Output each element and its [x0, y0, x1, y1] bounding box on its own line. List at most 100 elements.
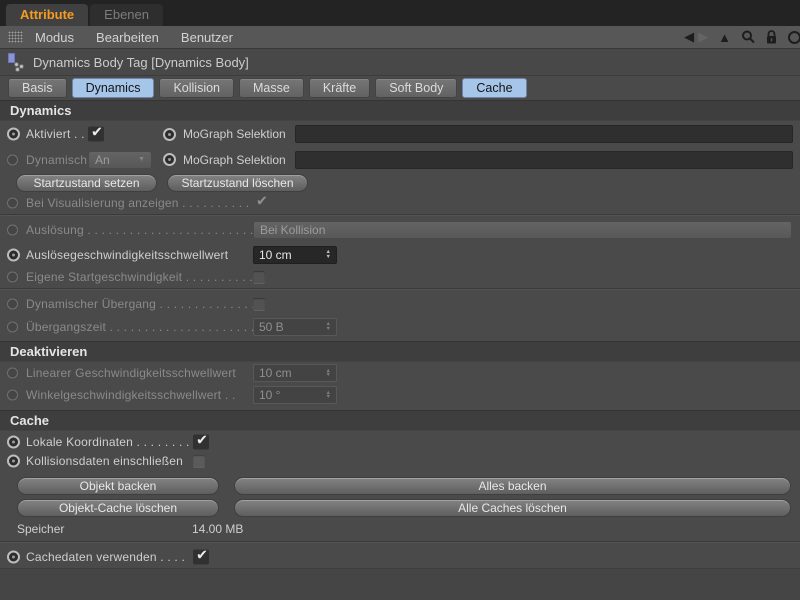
- ausloesung-dropdown[interactable]: Bei Kollision: [253, 221, 792, 239]
- search-icon[interactable]: [741, 30, 755, 44]
- menu-bearbeiten[interactable]: Bearbeiten: [96, 30, 159, 45]
- separator: [0, 214, 800, 216]
- tab-basis[interactable]: Basis: [8, 78, 67, 98]
- anim-dot-visualisierung[interactable]: [7, 197, 18, 208]
- row-dynamischer-uebergang: Dynamischer Übergang . . . . . . . . . .…: [0, 292, 800, 315]
- tab-masse[interactable]: Masse: [239, 78, 304, 98]
- speicher-value: 14.00 MB: [192, 522, 244, 536]
- anim-dot-kollisionsdaten[interactable]: [7, 454, 20, 467]
- kollisionsdaten-checkbox[interactable]: [193, 454, 205, 467]
- anim-dot-cachedaten[interactable]: [7, 550, 20, 563]
- anim-dot-ausloeseschwellwert[interactable]: [7, 248, 20, 261]
- row-cachedaten: Cachedaten verwenden . . . . ✔: [0, 545, 800, 568]
- history-back-icon[interactable]: ◀: [684, 29, 694, 45]
- ausloeseschwellwert-label: Auslösegeschwindigkeitsschwellwert: [26, 247, 229, 262]
- anim-dot-mograph-2[interactable]: [163, 153, 176, 166]
- row-bake-buttons: Objekt backen Alles backen: [0, 475, 800, 497]
- separator: [0, 288, 800, 290]
- dynamisch-value: An: [95, 152, 110, 167]
- row-visualisierung: Bei Visualisierung anzeigen . . . . . . …: [0, 192, 800, 212]
- anim-dot-eigene-start[interactable]: [7, 271, 18, 282]
- tab-soft-body[interactable]: Soft Body: [375, 78, 458, 98]
- tab-ebenen[interactable]: Ebenen: [90, 4, 163, 26]
- row-dynamisch: Dynamisch An ▼ MoGraph Selektion: [0, 147, 800, 172]
- speicher-label: Speicher: [17, 522, 65, 536]
- anim-dot-uebergangszeit[interactable]: [7, 321, 18, 332]
- cachedaten-label: Cachedaten verwenden . . . .: [26, 549, 186, 564]
- menu-benutzer[interactable]: Benutzer: [181, 30, 233, 45]
- anim-dot-aktiviert[interactable]: [7, 127, 20, 141]
- anim-dot-uebergang[interactable]: [7, 298, 18, 309]
- eigene-start-checkbox[interactable]: [253, 270, 265, 283]
- anim-dot-dynamisch[interactable]: [7, 154, 18, 165]
- row-linearer-schwellwert: Linearer Geschwindigkeitsschwellwert 10 …: [0, 362, 800, 384]
- row-aktiviert: Aktiviert . . . ✔ MoGraph Selektion: [0, 121, 800, 147]
- alles-backen-button[interactable]: Alles backen: [234, 477, 791, 495]
- section-header-cache[interactable]: Cache: [0, 410, 800, 431]
- spinner-arrows-icon[interactable]: ▲ ▼: [326, 322, 331, 331]
- winkel-label: Winkelgeschwindigkeitsschwellwert . .: [26, 388, 236, 402]
- lock-icon[interactable]: [765, 29, 778, 45]
- menu-modus[interactable]: Modus: [35, 30, 74, 45]
- row-ausloesung: Auslösung . . . . . . . . . . . . . . . …: [0, 218, 800, 242]
- cachedaten-checkbox[interactable]: ✔: [193, 546, 209, 564]
- row-startzustand-buttons: Startzustand setzen Startzustand löschen: [0, 172, 800, 193]
- row-winkel-schwellwert: Winkelgeschwindigkeitsschwellwert . . 10…: [0, 384, 800, 406]
- mograph-selektion-input-1[interactable]: [294, 125, 793, 143]
- anim-dot-mograph-1[interactable]: [163, 127, 176, 141]
- spinner-arrows-icon[interactable]: ▲ ▼: [326, 390, 331, 400]
- winkel-value: 10 °: [259, 388, 281, 402]
- lokale-checkbox[interactable]: ✔: [193, 431, 209, 450]
- spinner-arrows-icon[interactable]: ▲ ▼: [326, 368, 331, 378]
- check-icon: ✔: [91, 123, 103, 140]
- objekt-backen-button[interactable]: Objekt backen: [17, 477, 219, 495]
- ausloesung-label: Auslösung . . . . . . . . . . . . . . . …: [26, 223, 275, 237]
- mograph-selektion-input-2[interactable]: [294, 150, 793, 169]
- uebergangszeit-value: 50 B: [259, 319, 284, 334]
- check-icon: ✔: [196, 431, 208, 448]
- dynamisch-dropdown[interactable]: An ▼: [88, 150, 152, 169]
- linear-spinner[interactable]: 10 cm ▲ ▼: [253, 364, 337, 382]
- hierarchy-up-icon[interactable]: ▲: [718, 30, 731, 45]
- history-forward-icon[interactable]: ▶: [698, 29, 708, 45]
- alle-caches-loeschen-button[interactable]: Alle Caches löschen: [234, 499, 791, 517]
- mograph-selektion-label-2: MoGraph Selektion: [183, 152, 286, 167]
- aktiviert-label: Aktiviert . . .: [26, 127, 92, 141]
- ausloesung-value: Bei Kollision: [260, 223, 326, 237]
- anim-dot-ausloesung[interactable]: [7, 224, 18, 236]
- tab-kraefte[interactable]: Kräfte: [308, 78, 371, 98]
- anim-dot-linear[interactable]: [7, 367, 18, 379]
- anim-dot-lokale[interactable]: [7, 435, 20, 449]
- ausloeseschwellwert-value: 10 cm: [259, 247, 292, 262]
- aktiviert-checkbox[interactable]: ✔: [88, 123, 104, 142]
- visualisierung-checkbox[interactable]: ✔: [253, 192, 269, 210]
- row-eigene-startgeschwindigkeit: Eigene Startgeschwindigkeit . . . . . . …: [0, 267, 800, 286]
- startzustand-loeschen-button[interactable]: Startzustand löschen: [167, 173, 308, 192]
- lokale-label: Lokale Koordinaten . . . . . . . .: [26, 435, 190, 449]
- ausloeseschwellwert-spinner[interactable]: 10 cm ▲ ▼: [253, 245, 337, 264]
- spinner-arrows-icon[interactable]: ▲ ▼: [326, 250, 331, 259]
- tab-kollision[interactable]: Kollision: [159, 78, 235, 98]
- anim-dot-winkel[interactable]: [7, 389, 18, 401]
- attribute-manager-panel: Attribute Ebenen Modus Bearbeiten Benutz…: [0, 0, 800, 600]
- mograph-selektion-label-1: MoGraph Selektion: [183, 127, 286, 141]
- objekt-cache-loeschen-button[interactable]: Objekt-Cache löschen: [17, 499, 219, 517]
- check-icon: ✔: [196, 546, 208, 562]
- uebergang-checkbox[interactable]: [253, 297, 265, 310]
- panel-footer: [0, 568, 800, 600]
- tab-dynamics[interactable]: Dynamics: [71, 78, 155, 98]
- section-header-deaktivieren[interactable]: Deaktivieren: [0, 341, 800, 362]
- tab-cache[interactable]: Cache: [462, 78, 527, 98]
- check-icon: ✔: [256, 192, 268, 208]
- uebergangszeit-spinner[interactable]: 50 B ▲ ▼: [253, 317, 337, 336]
- grip-handle-icon[interactable]: [8, 31, 23, 43]
- menubar-icons: ◀ ▶ ▲: [684, 29, 800, 45]
- clipped-circle-icon[interactable]: [788, 30, 800, 44]
- section-header-dynamics[interactable]: Dynamics: [0, 100, 800, 121]
- tag-tab-row: Basis Dynamics Kollision Masse Kräfte So…: [0, 76, 800, 100]
- row-kollisionsdaten: Kollisionsdaten einschließen: [0, 451, 800, 470]
- tab-attribute[interactable]: Attribute: [6, 4, 89, 26]
- object-title: Dynamics Body Tag [Dynamics Body]: [33, 54, 249, 70]
- startzustand-setzen-button[interactable]: Startzustand setzen: [16, 173, 157, 192]
- winkel-spinner[interactable]: 10 ° ▲ ▼: [253, 386, 337, 404]
